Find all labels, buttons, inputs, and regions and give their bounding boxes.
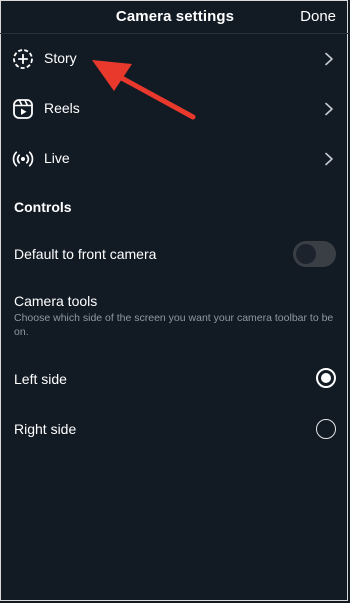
left-side-label: Left side xyxy=(14,371,67,387)
chevron-right-icon xyxy=(325,52,333,66)
right-side-radio[interactable] xyxy=(316,419,336,439)
live-settings-row[interactable]: Live xyxy=(0,137,350,181)
left-side-option[interactable]: Left side xyxy=(0,360,350,400)
chevron-right-icon xyxy=(325,102,333,116)
done-button[interactable]: Done xyxy=(300,8,336,25)
reels-settings-row[interactable]: Reels xyxy=(0,87,350,131)
story-label: Story xyxy=(44,50,77,66)
header-divider xyxy=(0,33,350,34)
camera-tools-label: Camera tools xyxy=(14,293,98,309)
front-camera-toggle[interactable] xyxy=(293,241,336,267)
live-broadcast-icon xyxy=(12,151,34,167)
page-title: Camera settings xyxy=(115,8,235,25)
header: Camera settings Done xyxy=(0,0,350,34)
reels-label: Reels xyxy=(44,100,80,116)
left-side-radio[interactable] xyxy=(316,368,336,388)
chevron-right-icon xyxy=(325,152,333,166)
story-settings-row[interactable]: Story xyxy=(0,37,350,81)
reels-icon xyxy=(13,99,33,119)
live-label: Live xyxy=(44,150,70,166)
camera-tools-description: Choose which side of the screen you want… xyxy=(14,312,334,338)
right-side-label: Right side xyxy=(14,421,77,437)
story-add-icon xyxy=(13,49,33,69)
controls-section-title: Controls xyxy=(14,199,72,215)
front-camera-label: Default to front camera xyxy=(14,246,157,262)
toggle-knob xyxy=(296,244,316,264)
radio-selected-dot xyxy=(321,373,331,383)
right-side-option[interactable]: Right side xyxy=(0,410,350,450)
